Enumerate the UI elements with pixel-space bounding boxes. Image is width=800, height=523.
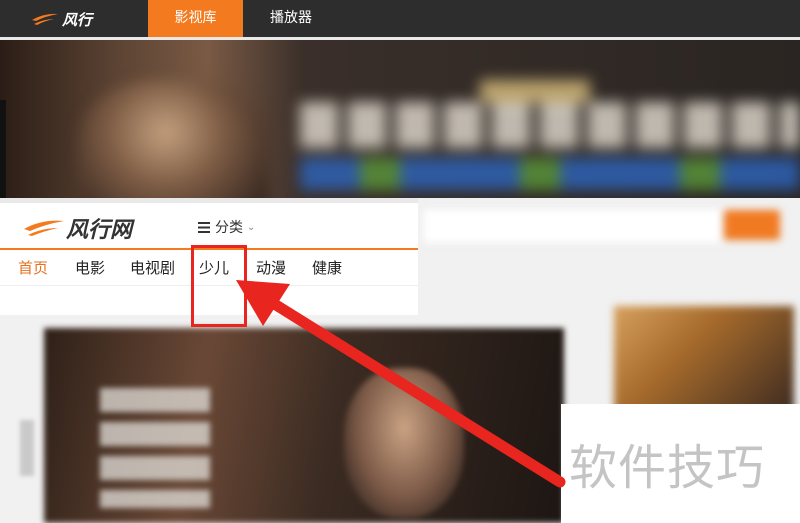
category-label: 分类 [215, 220, 243, 236]
search-input[interactable] [422, 208, 722, 244]
swoosh-logo-icon [32, 13, 58, 25]
watermark: 软件技巧 [561, 404, 800, 523]
search-button[interactable] [724, 210, 780, 240]
app-logo[interactable]: 风行 [30, 7, 92, 31]
nav-item-home[interactable]: 首页 [18, 257, 48, 278]
featured-video-thumbnail[interactable] [44, 328, 564, 523]
promo-banner[interactable] [0, 40, 800, 198]
chevron-down-icon: ⌄ [247, 221, 256, 233]
annotation-highlight-box [191, 245, 247, 327]
tab-player[interactable]: 播放器 [252, 0, 330, 37]
tab-video-library[interactable]: 影视库 [148, 0, 243, 37]
app-logo-text: 风行 [62, 10, 93, 29]
swoosh-logo-icon [24, 220, 64, 236]
app-top-bar: 风行 影视库 播放器 [0, 0, 800, 37]
nav-item-health[interactable]: 健康 [312, 257, 342, 278]
nav-item-movies[interactable]: 电影 [75, 257, 105, 278]
video-thumbnail[interactable] [614, 306, 794, 414]
carousel-prev-icon[interactable] [20, 420, 34, 476]
category-menu-button[interactable]: 分类 ⌄ [198, 215, 255, 239]
watermark-text: 软件技巧 [569, 440, 766, 496]
nav-item-tv[interactable]: 电视剧 [130, 257, 175, 278]
nav-item-anime[interactable]: 动漫 [256, 257, 286, 278]
site-logo-text: 风行网 [66, 218, 133, 243]
menu-icon [198, 221, 210, 233]
site-logo[interactable]: 风行网 [22, 211, 132, 245]
